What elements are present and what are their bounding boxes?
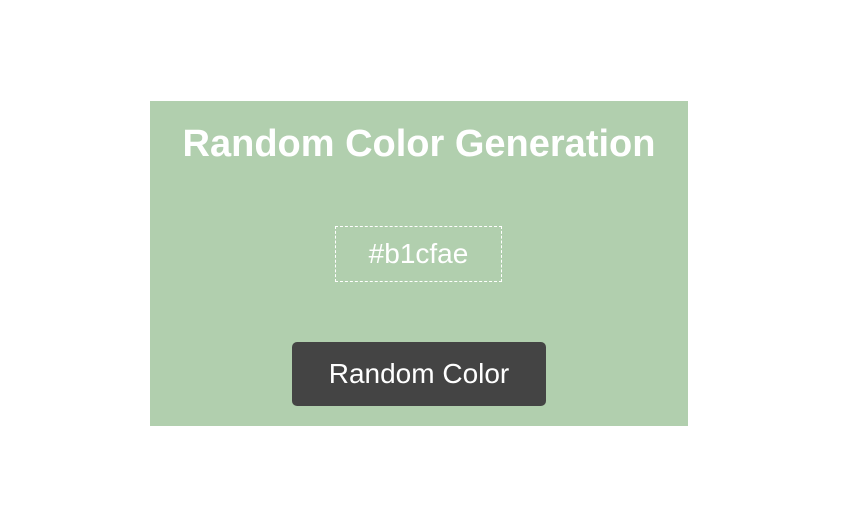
color-card: Random Color Generation #b1cfae Random C… (150, 101, 688, 426)
page-title: Random Color Generation (182, 123, 656, 165)
color-hex-display: #b1cfae (335, 226, 502, 282)
random-color-button[interactable]: Random Color (292, 342, 546, 406)
